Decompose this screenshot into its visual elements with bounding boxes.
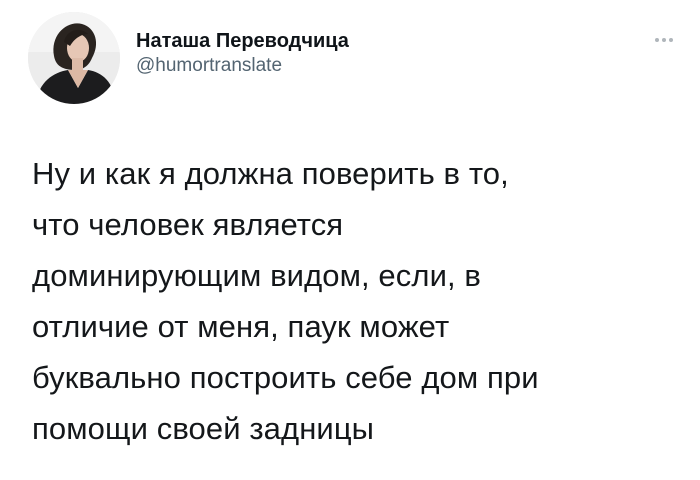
author-block: Наташа Переводчица @humortranslate [136,29,349,77]
tweet-text-line: буквально построить себе дом при [32,360,539,395]
tweet-text-line: помощи своей задницы [32,411,375,446]
tweet-card: Наташа Переводчица @humortranslate Ну и … [0,0,700,480]
more-options-icon [662,38,666,42]
author-display-name[interactable]: Наташа Переводчица [136,29,349,53]
tweet-text-line: что человек является [32,207,344,242]
more-options-icon [655,38,659,42]
more-options-icon [669,38,673,42]
tweet-text-line: отличие от меня, паук может [32,309,450,344]
author-handle[interactable]: @humortranslate [136,55,349,77]
author-avatar[interactable] [28,12,120,104]
tweet-text-line: доминирующим видом, если, в [32,258,481,293]
profile-photo-icon [28,12,120,104]
tweet-text: Ну и как я должна поверить в то, что чел… [32,148,672,454]
more-options-button[interactable] [640,28,688,52]
tweet-text-line: Ну и как я должна поверить в то, [32,156,509,191]
